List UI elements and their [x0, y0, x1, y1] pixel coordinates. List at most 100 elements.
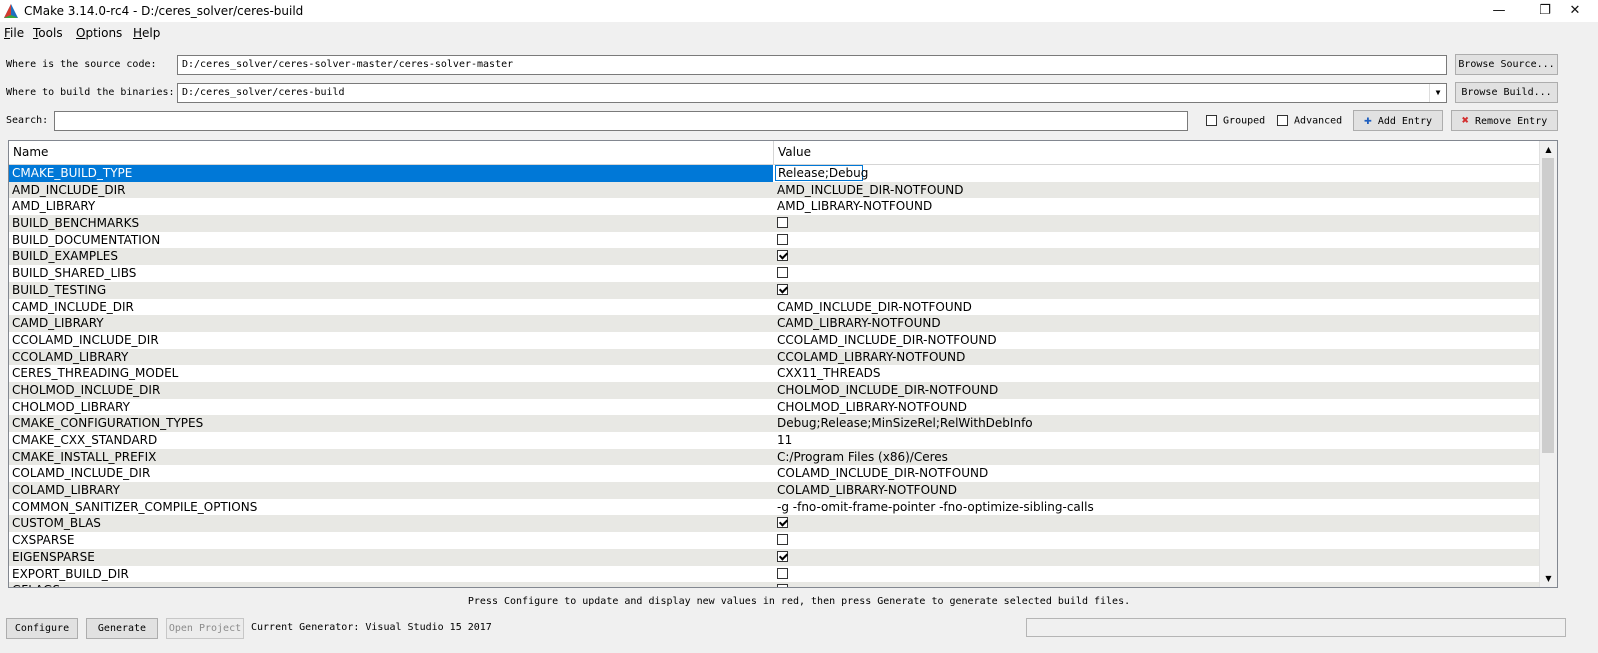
menu-help[interactable]: Help [133, 26, 160, 40]
entry-name: COMMON_SANITIZER_COMPILE_OPTIONS [12, 499, 258, 514]
configure-button[interactable]: Configure [6, 618, 78, 639]
value-checkbox[interactable] [777, 283, 788, 295]
entry-value[interactable]: -g -fno-omit-frame-pointer -fno-optimize… [777, 499, 1537, 516]
table-row[interactable]: CMAKE_INSTALL_PREFIX C:/Program Files (x8… [9, 448, 1541, 466]
table-row[interactable]: CHOLMOD_LIBRARY CHOLMOD_LIBRARY-NOTFOUND [9, 399, 1541, 416]
entry-value[interactable]: CCOLAMD_LIBRARY-NOTFOUND [777, 349, 1537, 366]
entry-value [777, 566, 1537, 583]
entry-value[interactable]: CCOLAMD_INCLUDE_DIR-NOTFOUND [777, 332, 1537, 349]
table-row[interactable]: CAMD_INCLUDE_DIR CAMD_INCLUDE_DIR-NOTFOUN… [9, 299, 1541, 316]
search-label: Search: [6, 115, 49, 126]
entry-value [777, 215, 1537, 232]
generate-button[interactable]: Generate [86, 618, 158, 639]
build-path-combo[interactable]: D:/ceres_solver/ceres-build ▼ [177, 83, 1447, 103]
value-checkbox[interactable] [777, 567, 788, 579]
table-row[interactable]: CHOLMOD_INCLUDE_DIR CHOLMOD_INCLUDE_DIR-N… [9, 381, 1541, 399]
entry-value[interactable]: C:/Program Files (x86)/Ceres [777, 449, 1537, 466]
table-row[interactable]: CCOLAMD_LIBRARY CCOLAMD_LIBRARY-NOTFOUND [9, 348, 1541, 366]
cmake-logo-icon [4, 4, 18, 18]
table-row[interactable]: BUILD_DOCUMENTATION [9, 232, 1541, 249]
table-row[interactable]: CCOLAMD_INCLUDE_DIR CCOLAMD_INCLUDE_DIR-N… [9, 332, 1541, 349]
advanced-checkbox[interactable] [1277, 115, 1288, 126]
value-checkbox[interactable] [777, 233, 788, 245]
progress-bar [1026, 618, 1566, 637]
scroll-down-icon[interactable]: ▼ [1540, 570, 1557, 587]
entry-name: CMAKE_INSTALL_PREFIX [12, 449, 157, 464]
table-row[interactable]: COMMON_SANITIZER_COMPILE_OPTIONS -g -fno-… [9, 499, 1541, 516]
value-checkbox[interactable] [777, 217, 788, 229]
table-header: Name Value [9, 141, 1541, 165]
column-header-value[interactable]: Value [774, 141, 1541, 164]
chevron-down-icon[interactable]: ▼ [1429, 84, 1446, 102]
value-checkbox[interactable] [777, 267, 788, 279]
value-checkbox[interactable] [777, 584, 788, 587]
entry-value[interactable]: CXX11_THREADS [777, 365, 1537, 382]
entry-value[interactable]: Debug;Release;MinSizeRel;RelWithDebInfo [777, 415, 1537, 432]
source-path-input[interactable]: D:/ceres_solver/ceres-solver-master/cere… [177, 55, 1447, 75]
grouped-checkbox[interactable] [1206, 115, 1217, 126]
table-row[interactable]: AMD_LIBRARY AMD_LIBRARY-NOTFOUND [9, 198, 1541, 215]
value-checkbox[interactable] [777, 534, 788, 546]
table-row[interactable]: EXPORT_BUILD_DIR [9, 566, 1541, 583]
entry-name: BUILD_SHARED_LIBS [12, 266, 137, 281]
entry-value[interactable]: COLAMD_LIBRARY-NOTFOUND [777, 482, 1537, 499]
source-label: Where is the source code: [6, 59, 157, 70]
entry-value[interactable]: AMD_INCLUDE_DIR-NOTFOUND [777, 182, 1537, 199]
entry-value [777, 582, 1537, 587]
entry-value[interactable]: CHOLMOD_LIBRARY-NOTFOUND [777, 399, 1537, 416]
browse-source-button[interactable]: Browse Source... [1455, 54, 1558, 75]
table-row[interactable]: AMD_INCLUDE_DIR AMD_INCLUDE_DIR-NOTFOUND [9, 181, 1541, 199]
advanced-label: Advanced [1294, 115, 1343, 127]
entry-value[interactable]: COLAMD_INCLUDE_DIR-NOTFOUND [777, 465, 1537, 482]
table-row[interactable]: COLAMD_LIBRARY COLAMD_LIBRARY-NOTFOUND [9, 482, 1541, 499]
minimize-button[interactable]: — [1476, 0, 1522, 22]
value-checkbox[interactable] [777, 250, 788, 262]
cache-table[interactable]: Name Value CMAKE_BUILD_TYPE Release;Debug… [8, 140, 1558, 588]
menu-file[interactable]: File [4, 26, 24, 40]
entry-name: CERES_THREADING_MODEL [12, 366, 179, 381]
table-row[interactable]: CERES_THREADING_MODEL CXX11_THREADS [9, 365, 1541, 382]
entry-value[interactable]: AMD_LIBRARY-NOTFOUND [777, 198, 1537, 215]
table-row[interactable]: CMAKE_BUILD_TYPE Release;Debug [9, 165, 1541, 182]
table-row[interactable]: CUSTOM_BLAS [9, 515, 1541, 533]
advanced-option[interactable]: Advanced [1277, 115, 1342, 127]
remove-entry-button[interactable]: ✖ Remove Entry [1451, 110, 1558, 131]
table-row[interactable]: EIGENSPARSE [9, 548, 1541, 566]
entry-name: AMD_INCLUDE_DIR [12, 182, 126, 197]
table-row[interactable]: CAMD_LIBRARY CAMD_LIBRARY-NOTFOUND [9, 315, 1541, 332]
entry-name: CMAKE_BUILD_TYPE [9, 165, 773, 182]
open-project-button[interactable]: Open Project [166, 618, 244, 639]
menu-options[interactable]: Options [76, 26, 122, 40]
entry-value[interactable]: CHOLMOD_INCLUDE_DIR-NOTFOUND [777, 382, 1537, 399]
table-row[interactable]: CMAKE_CXX_STANDARD 11 [9, 432, 1541, 449]
entry-value[interactable]: CAMD_LIBRARY-NOTFOUND [777, 315, 1537, 332]
value-checkbox[interactable] [777, 517, 788, 529]
grouped-option[interactable]: Grouped [1206, 115, 1265, 127]
menu-tools[interactable]: Tools [33, 26, 63, 40]
browse-build-button[interactable]: Browse Build... [1455, 82, 1558, 103]
entry-value[interactable]: 11 [777, 432, 1537, 449]
table-row[interactable]: CXSPARSE [9, 532, 1541, 549]
grouped-label: Grouped [1223, 115, 1266, 127]
vertical-scrollbar[interactable]: ▲ ▼ [1539, 141, 1557, 587]
entry-value [777, 265, 1537, 282]
entry-value [777, 549, 1537, 566]
scroll-up-icon[interactable]: ▲ [1540, 141, 1557, 158]
column-header-name[interactable]: Name [9, 141, 774, 164]
table-row[interactable]: BUILD_BENCHMARKS [9, 215, 1541, 232]
table-row[interactable]: GFLAGS [9, 582, 1541, 587]
close-button[interactable]: ✕ [1552, 0, 1598, 22]
table-row[interactable]: BUILD_EXAMPLES [9, 248, 1541, 266]
entry-name: AMD_LIBRARY [12, 199, 96, 214]
entry-name: BUILD_DOCUMENTATION [12, 232, 161, 247]
value-checkbox[interactable] [777, 550, 788, 562]
add-entry-button[interactable]: ✚ Add Entry [1353, 110, 1443, 131]
table-row[interactable]: BUILD_SHARED_LIBS [9, 265, 1541, 282]
scroll-thumb[interactable] [1542, 158, 1554, 453]
table-row[interactable]: CMAKE_CONFIGURATION_TYPES Debug;Release;M… [9, 415, 1541, 432]
table-row[interactable]: COLAMD_INCLUDE_DIR COLAMD_INCLUDE_DIR-NOT… [9, 465, 1541, 482]
search-input[interactable] [54, 111, 1188, 131]
entry-value[interactable]: CAMD_INCLUDE_DIR-NOTFOUND [777, 299, 1537, 316]
table-row[interactable]: BUILD_TESTING [9, 281, 1541, 299]
value-editor[interactable]: Release;Debug [775, 165, 868, 181]
